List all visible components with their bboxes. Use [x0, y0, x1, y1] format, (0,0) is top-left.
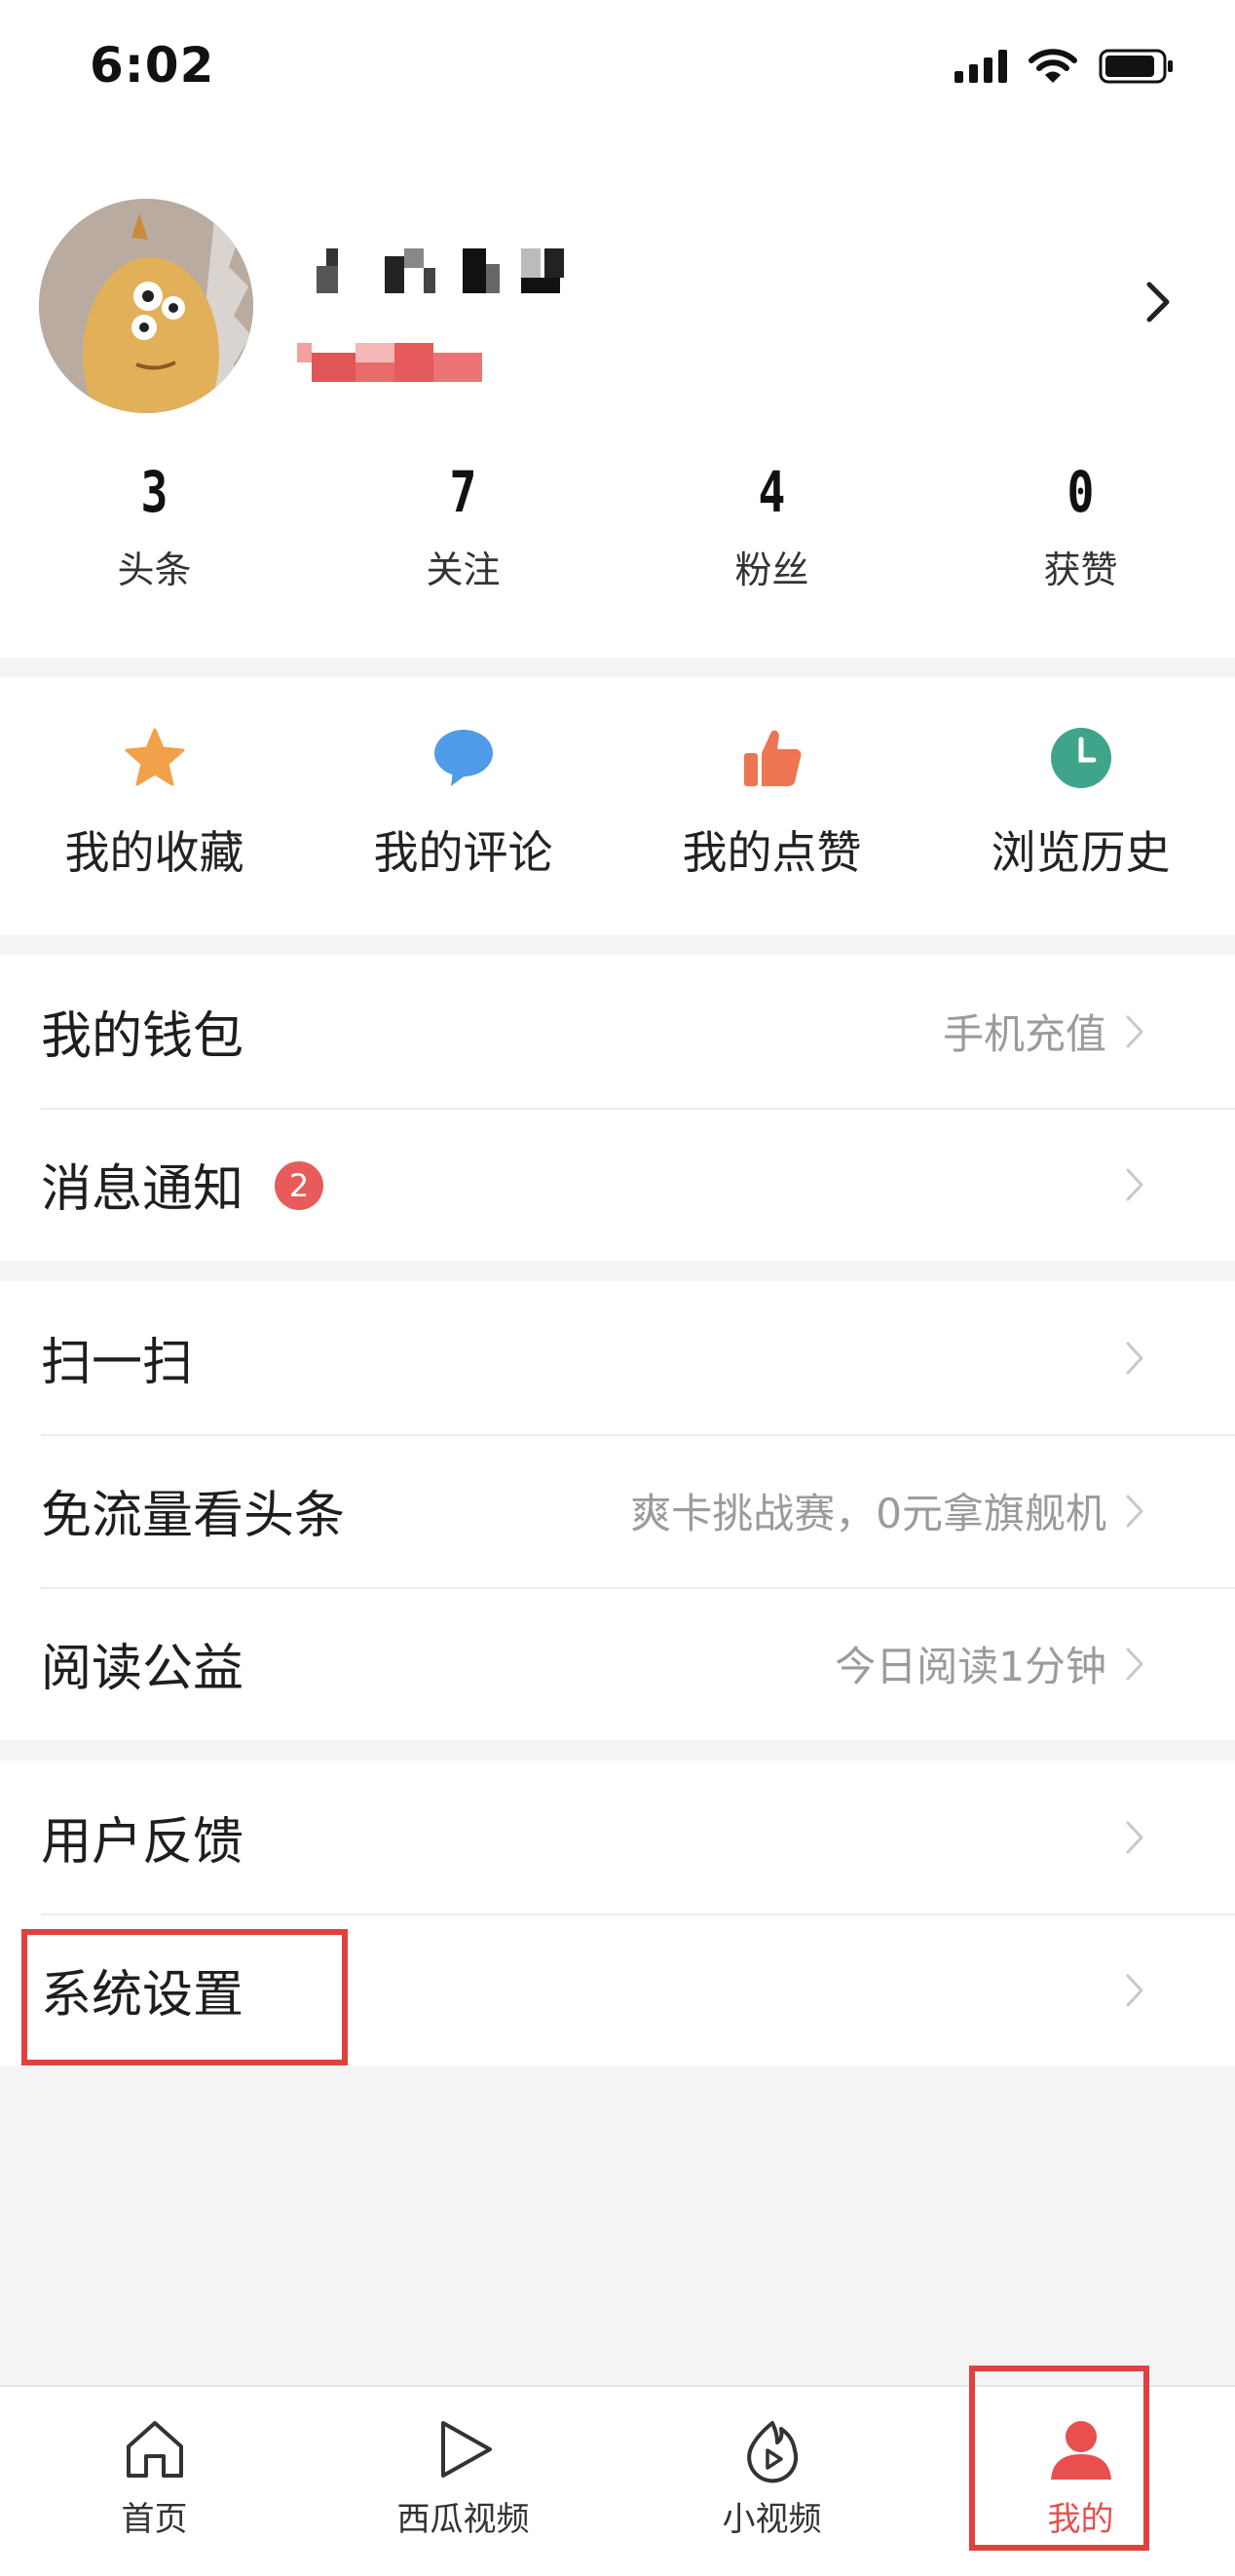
battery-icon — [1099, 49, 1173, 84]
menu-item-free-data[interactable]: 免流量看头条 爽卡挑战赛，0元拿旗舰机 — [0, 1434, 1235, 1587]
menu-item-feedback[interactable]: 用户反馈 — [0, 1761, 1235, 1913]
quick-likes[interactable]: 我的点赞 — [618, 677, 926, 935]
chevron-right-icon — [1126, 1974, 1143, 2007]
status-bar: 6:02 — [0, 0, 1235, 136]
stat-likes[interactable]: 0 获赞 — [926, 458, 1235, 593]
tab-mine[interactable]: 我的 — [926, 2387, 1235, 2576]
chevron-right-icon — [1146, 282, 1170, 322]
tab-label: 小视频 — [722, 2500, 822, 2539]
menu-label: 消息通知 — [41, 1160, 244, 1219]
home-icon — [116, 2410, 194, 2488]
menu-label: 用户反馈 — [41, 1813, 244, 1872]
status-icons — [954, 47, 1175, 86]
menu-item-system-settings[interactable]: 系统设置 — [0, 1913, 1235, 2066]
tab-xigua-video[interactable]: 西瓜视频 — [309, 2387, 618, 2576]
stat-label: 粉丝 — [734, 549, 809, 591]
menu-label: 扫一扫 — [41, 1334, 194, 1392]
username-redacted — [317, 248, 564, 293]
tab-short-video[interactable]: 小视频 — [618, 2387, 926, 2576]
quick-favorites[interactable]: 我的收藏 — [0, 677, 309, 935]
chevron-right-icon — [1126, 1342, 1143, 1375]
stat-value: 3 — [140, 459, 168, 525]
stat-label: 获赞 — [1043, 549, 1118, 591]
quick-label: 我的收藏 — [64, 826, 244, 879]
chevron-right-icon — [1126, 1648, 1143, 1681]
user-tag-redacted — [297, 343, 482, 382]
tab-label: 西瓜视频 — [396, 2500, 530, 2539]
avatar[interactable] — [39, 199, 253, 413]
quick-history[interactable]: 浏览历史 — [926, 677, 1235, 935]
star-icon — [121, 724, 189, 792]
chevron-right-icon — [1126, 1495, 1143, 1528]
quick-label: 我的评论 — [373, 826, 553, 879]
status-time: 6:02 — [90, 37, 215, 94]
menu-item-reading-charity[interactable]: 阅读公益 今日阅读1分钟 — [0, 1587, 1235, 1740]
stat-following[interactable]: 7 关注 — [309, 458, 618, 593]
profile-screen: 6:02 3 头条 7 关注 4 粉丝 0 获赞 我的收藏 我的评论 我的点赞 … — [0, 0, 1235, 2576]
stat-value: 0 — [1067, 459, 1095, 525]
avatar-cartoon-image — [39, 199, 253, 413]
quick-label: 我的点赞 — [682, 826, 862, 879]
chevron-right-icon — [1126, 1821, 1143, 1854]
stat-label: 关注 — [426, 549, 501, 591]
menu-group-tools: 扫一扫 免流量看头条 爽卡挑战赛，0元拿旗舰机 阅读公益 今日阅读1分钟 — [0, 1281, 1235, 1740]
menu-item-scan[interactable]: 扫一扫 — [0, 1281, 1235, 1434]
stat-value: 4 — [758, 459, 786, 525]
profile-header[interactable]: 3 头条 7 关注 4 粉丝 0 获赞 — [0, 136, 1235, 658]
menu-label: 我的钱包 — [41, 1007, 244, 1066]
stat-followers[interactable]: 4 粉丝 — [618, 458, 926, 593]
comment-icon — [430, 724, 498, 792]
quick-comments[interactable]: 我的评论 — [309, 677, 618, 935]
clock-icon — [1047, 724, 1115, 792]
chevron-right-icon — [1126, 1015, 1143, 1048]
play-icon — [425, 2410, 503, 2488]
menu-item-notifications[interactable]: 消息通知 2 — [0, 1108, 1235, 1261]
wifi-icon — [1029, 49, 1077, 83]
quick-label: 浏览历史 — [991, 826, 1171, 879]
notification-badge: 2 — [275, 1161, 323, 1210]
tab-label: 首页 — [121, 2500, 188, 2539]
menu-hint: 爽卡挑战赛，0元拿旗舰机 — [630, 1490, 1106, 1537]
menu-hint: 手机充值 — [942, 1010, 1106, 1058]
tab-label: 我的 — [1047, 2500, 1114, 2539]
chevron-right-icon — [1126, 1168, 1143, 1201]
stat-label: 头条 — [117, 549, 192, 591]
menu-hint: 今日阅读1分钟 — [835, 1643, 1106, 1690]
short-video-icon — [733, 2410, 811, 2488]
menu-group-settings: 用户反馈 系统设置 — [0, 1761, 1235, 2066]
thumbs-up-icon — [738, 724, 806, 792]
profile-stats: 3 头条 7 关注 4 粉丝 0 获赞 — [0, 458, 1235, 593]
menu-label: 免流量看头条 — [41, 1487, 346, 1545]
menu-label: 阅读公益 — [41, 1640, 244, 1698]
quick-actions: 我的收藏 我的评论 我的点赞 浏览历史 — [0, 677, 1235, 935]
menu-group-wallet: 我的钱包 手机充值 消息通知 2 — [0, 955, 1235, 1261]
stat-toutiao[interactable]: 3 头条 — [0, 458, 309, 593]
menu-label: 系统设置 — [41, 1966, 244, 2025]
stat-value: 7 — [449, 459, 477, 525]
tab-home[interactable]: 首页 — [0, 2387, 309, 2576]
person-icon — [1042, 2410, 1120, 2488]
bottom-tab-bar: 首页 西瓜视频 小视频 我的 — [0, 2385, 1235, 2576]
cellular-signal-icon — [954, 50, 1007, 83]
menu-item-wallet[interactable]: 我的钱包 手机充值 — [0, 955, 1235, 1108]
